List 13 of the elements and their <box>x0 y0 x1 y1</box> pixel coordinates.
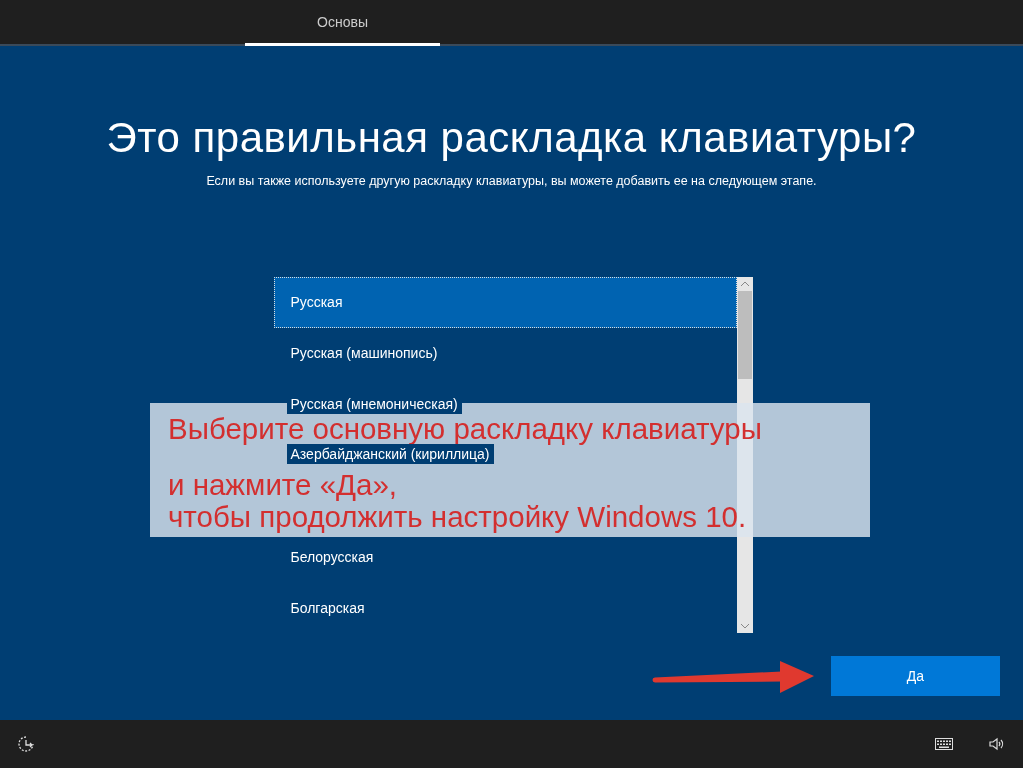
callout-text: и нажмите «Да», <box>168 469 399 501</box>
tab[interactable]: Основы <box>245 0 440 46</box>
callout-text: чтобы продолжить настройку Windows 10. <box>168 501 748 533</box>
yes-button[interactable]: Да <box>831 656 1000 696</box>
scrollbar-thumb[interactable] <box>737 291 752 379</box>
page-subtitle: Если вы также используете другую раскладку клавиатуры, вы можете добавить ее на следующем этапе. <box>206 174 817 188</box>
layout-item[interactable]: Русская <box>273 277 737 328</box>
keyboard-icon[interactable] <box>935 738 953 750</box>
page-title: Это правильная раскладка клавиатуры? <box>106 114 917 162</box>
callout-text: Выберите основную раскладку клавиатуры <box>168 413 763 445</box>
accessibility-icon[interactable] <box>16 734 36 754</box>
layout-item[interactable]: Азербайджанский (кириллица) <box>286 444 494 465</box>
volume-icon[interactable] <box>989 736 1005 752</box>
